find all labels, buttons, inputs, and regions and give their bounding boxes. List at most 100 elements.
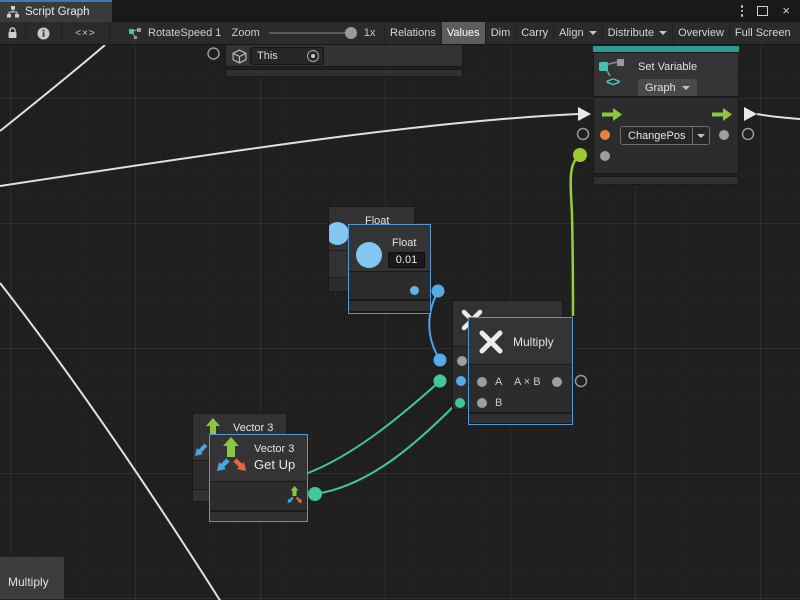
flow-in-port[interactable] xyxy=(602,108,622,121)
chevron-down-icon xyxy=(697,134,705,138)
wire-teal-upper-end xyxy=(434,375,447,388)
output-value-port[interactable] xyxy=(719,130,729,140)
float-title: Float xyxy=(392,237,416,249)
node-this[interactable]: This xyxy=(225,45,463,79)
input-port-connected-teal[interactable] xyxy=(455,398,465,408)
flow-out-port[interactable] xyxy=(712,108,732,121)
wire-white-bottomleft[interactable] xyxy=(0,283,221,600)
toolbar-button-carry[interactable]: Carry xyxy=(516,22,554,44)
input-port[interactable] xyxy=(457,356,467,366)
wire-flow-out-of-set-variable[interactable] xyxy=(757,114,800,119)
node-vector3-get-up[interactable]: Vector 3 Get Up xyxy=(209,434,308,522)
this-field-value: This xyxy=(251,50,278,62)
node-multiply-corner[interactable]: Multiply xyxy=(0,556,65,600)
corner-multiply-title: Multiply xyxy=(8,575,49,589)
input-b-label: B xyxy=(495,397,502,409)
input-a-label: A xyxy=(495,376,502,388)
float-value-field[interactable]: 0.01 xyxy=(388,252,425,268)
window-menu-icon[interactable] xyxy=(741,5,744,17)
input-port-connected-blue[interactable] xyxy=(456,376,466,386)
zoom-label: Zoom xyxy=(232,27,260,39)
multiply-x-icon xyxy=(477,328,505,356)
vector3-downleft-arrow-icon xyxy=(195,442,209,456)
port-circle-multiply-right[interactable] xyxy=(576,376,587,387)
wire-lime-endpoint xyxy=(573,148,587,162)
node-set-variable[interactable]: <> Set Variable Graph ChangePos xyxy=(593,46,739,183)
object-picker-icon[interactable] xyxy=(307,50,319,62)
node-multiply[interactable]: Multiply A A × B B xyxy=(468,317,573,425)
brackets-icon: <> xyxy=(606,74,619,89)
toolbar-button-values[interactable]: Values xyxy=(442,22,486,44)
unity-visual-scripting-window: { "window": { "tab_title": "Script Graph… xyxy=(0,0,800,600)
window-controls: × xyxy=(741,0,800,22)
fallback-input-port[interactable] xyxy=(600,151,610,161)
title-bar: Script Graph × xyxy=(0,0,800,22)
port-circle-setvariable-right[interactable] xyxy=(743,129,754,140)
output-port[interactable] xyxy=(552,377,562,387)
node-float[interactable]: Float 0.01 xyxy=(348,224,431,314)
graph-canvas[interactable]: This <> Set Variable Graph xyxy=(0,45,800,600)
lock-button[interactable] xyxy=(0,22,26,44)
port-circle-this-left[interactable] xyxy=(208,48,219,59)
zoom-slider[interactable] xyxy=(269,32,355,34)
wire-teal-lower[interactable] xyxy=(315,404,456,494)
maximize-icon[interactable] xyxy=(757,6,768,16)
chevron-down-icon xyxy=(682,86,690,90)
variable-name-dropdown[interactable]: ChangePos xyxy=(620,126,710,145)
this-object-field[interactable]: This xyxy=(250,47,324,65)
node-this-footer xyxy=(225,69,463,77)
wire-flow-into-set-variable[interactable] xyxy=(0,114,578,186)
vector3-footer xyxy=(210,512,307,521)
multiply-title: Multiply xyxy=(513,335,554,349)
set-variable-title: Set Variable xyxy=(638,61,697,73)
breadcrumb[interactable]: RotateSpeed 1 xyxy=(110,22,223,44)
toolbar-button-dim[interactable]: Dim xyxy=(486,22,517,44)
toolbar-button-overview[interactable]: Overview xyxy=(673,22,730,44)
cube-icon xyxy=(232,49,247,64)
tab-title: Script Graph xyxy=(25,6,90,18)
vector3-icon xyxy=(214,437,250,475)
wire-teal-lower-start xyxy=(308,487,322,501)
flow-arrowhead-out xyxy=(744,107,757,121)
variable-scope-dropdown[interactable]: Graph xyxy=(638,79,697,96)
toolbar-button-distribute[interactable]: Distribute xyxy=(603,22,673,44)
vector3-output-port[interactable] xyxy=(286,486,304,505)
wire-white-topleft[interactable] xyxy=(0,45,105,131)
zoom-value: 1x xyxy=(364,27,376,39)
lock-icon xyxy=(7,27,18,39)
flow-arrowhead-in xyxy=(578,107,591,121)
wire-blue-end xyxy=(434,354,447,367)
zoom-control: Zoom 1x xyxy=(223,22,385,44)
zoom-slider-handle[interactable] xyxy=(345,27,357,39)
float-output-port[interactable] xyxy=(410,286,419,295)
info-button[interactable] xyxy=(26,22,62,44)
float-footer xyxy=(349,301,430,311)
input-a-port[interactable] xyxy=(477,377,487,387)
wire-lime-multiply-to-setvariable[interactable] xyxy=(571,155,580,316)
chevron-down-icon xyxy=(589,31,597,35)
edit-script-button[interactable]: <×> xyxy=(62,22,110,44)
wire-blue-start xyxy=(432,285,445,298)
tab-script-graph[interactable]: Script Graph xyxy=(0,0,112,22)
wire-teal-upper[interactable] xyxy=(308,381,440,473)
breadcrumb-label: RotateSpeed 1 xyxy=(148,27,221,39)
close-icon[interactable]: × xyxy=(782,6,790,16)
graph-node-icon xyxy=(128,28,142,39)
variable-name: ChangePos xyxy=(621,130,692,142)
graph-hierarchy-icon xyxy=(7,6,19,18)
port-circle-setvariable-left[interactable] xyxy=(578,129,589,140)
toolbar-button-relations[interactable]: Relations xyxy=(385,22,442,44)
toolbar-button-align[interactable]: Align xyxy=(554,22,602,44)
graph-toolbar: <×> RotateSpeed 1 Zoom 1x Relations Valu… xyxy=(0,22,800,45)
output-label: A × B xyxy=(514,376,541,388)
float-icon xyxy=(356,242,382,268)
info-icon xyxy=(37,27,50,40)
input-b-port[interactable] xyxy=(477,398,487,408)
chevron-down-icon xyxy=(659,31,667,35)
value-input-port[interactable] xyxy=(600,130,610,140)
set-variable-footer xyxy=(593,176,739,185)
dropdown-caret-button[interactable] xyxy=(692,127,709,144)
code-icon: <×> xyxy=(75,28,96,39)
toolbar-button-full-screen[interactable]: Full Screen xyxy=(730,22,796,44)
float-icon xyxy=(328,222,349,245)
